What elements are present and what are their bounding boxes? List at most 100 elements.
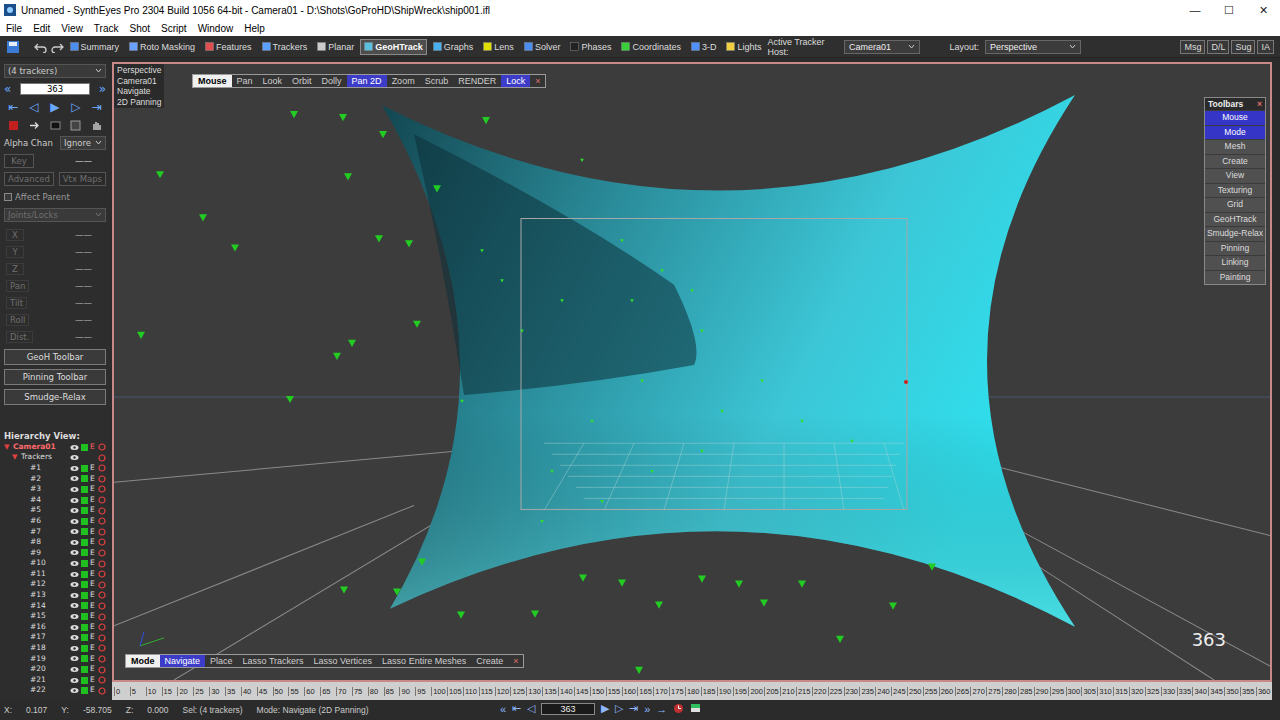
toolbar-toggle[interactable]: Pinning: [1205, 241, 1265, 256]
toolbar-tab[interactable]: GeoHTrack: [360, 39, 427, 55]
frame-field[interactable]: 363: [541, 703, 595, 715]
transport-button[interactable]: ⇥: [629, 702, 638, 715]
toolbar-toggle[interactable]: Mode: [1205, 125, 1265, 140]
mouse-mode-button[interactable]: Zoom: [387, 75, 420, 87]
transport-button[interactable]: ◁: [527, 702, 535, 715]
mode-button[interactable]: Lasso Trackers: [238, 655, 309, 667]
layout-dropdown[interactable]: Perspective: [985, 40, 1081, 54]
expand-toggle[interactable]: ▼: [12, 452, 21, 463]
close-button[interactable]: ×: [1257, 99, 1262, 109]
maximize-button[interactable]: ☐: [1212, 4, 1246, 17]
toolbar-tab[interactable]: Planar: [313, 39, 358, 55]
enable-flag[interactable]: E: [90, 442, 96, 453]
host-dropdown[interactable]: Camera01: [844, 40, 920, 54]
field-value[interactable]: ——: [75, 332, 92, 342]
menu-item[interactable]: View: [61, 23, 83, 34]
panel-button[interactable]: Msg: [1180, 40, 1205, 54]
hierarchy-row[interactable]: #1E: [4, 463, 106, 474]
mouse-mode-button[interactable]: Scrub: [420, 75, 454, 87]
hierarchy-row[interactable]: #19E: [4, 654, 106, 665]
menu-item[interactable]: Track: [94, 23, 119, 34]
mode-button[interactable]: Create: [471, 655, 508, 667]
toolbar-tab[interactable]: Features: [201, 39, 256, 55]
mouse-mode-button[interactable]: Look: [258, 75, 288, 87]
hierarchy-row[interactable]: #12E: [4, 579, 106, 590]
hierarchy-row[interactable]: #14E: [4, 601, 106, 612]
close-button[interactable]: ×: [530, 75, 545, 87]
menu-item[interactable]: Help: [244, 23, 265, 34]
panel-toggle-button[interactable]: Smudge-Relax: [4, 389, 106, 405]
selection-dropdown[interactable]: (4 trackers): [4, 64, 106, 78]
enable-flag[interactable]: E: [90, 601, 96, 612]
enable-flag[interactable]: E: [90, 558, 96, 569]
toolbar-tab[interactable]: Graphs: [429, 39, 478, 55]
panel-toggle-button[interactable]: GeoH Toolbar: [4, 349, 106, 365]
panel-button[interactable]: Sug: [1231, 40, 1255, 54]
joints-dropdown[interactable]: Joints/Locks: [4, 208, 106, 222]
key-button[interactable]: Key: [4, 154, 34, 168]
advanced-button[interactable]: Advanced: [4, 172, 54, 186]
enable-flag[interactable]: E: [90, 664, 96, 675]
hierarchy-row[interactable]: #15E: [4, 611, 106, 622]
hierarchy-row[interactable]: #9E: [4, 548, 106, 559]
transport-button[interactable]: »: [644, 703, 650, 715]
hierarchy-row[interactable]: #17E: [4, 632, 106, 643]
hierarchy-row[interactable]: #22E: [4, 685, 106, 696]
enable-flag[interactable]: E: [90, 579, 96, 590]
mode-button[interactable]: Lasso Vertices: [309, 655, 378, 667]
toolbar-toggle[interactable]: Smudge-Relax: [1205, 226, 1265, 241]
mode-button[interactable]: Navigate: [160, 655, 206, 667]
alpha-dropdown[interactable]: Ignore: [60, 136, 106, 150]
transport-button[interactable]: «: [500, 703, 506, 715]
transport-button[interactable]: ▶: [601, 702, 609, 715]
transport-button[interactable]: ⇥: [92, 100, 102, 114]
hierarchy-row[interactable]: #11E: [4, 569, 106, 580]
mouse-mode-button[interactable]: Pan: [232, 75, 258, 87]
field-value[interactable]: ——: [75, 315, 92, 325]
menu-item[interactable]: Edit: [33, 23, 50, 34]
frame-field[interactable]: 363: [20, 83, 89, 95]
field-value[interactable]: ——: [75, 298, 92, 308]
mode-button[interactable]: Lasso Entire Meshes: [377, 655, 471, 667]
toolbar-tab[interactable]: Trackers: [258, 39, 312, 55]
enable-flag[interactable]: E: [90, 643, 96, 654]
enable-flag[interactable]: E: [90, 527, 96, 538]
enable-flag[interactable]: E: [90, 516, 96, 527]
panel-button[interactable]: IA: [1257, 40, 1274, 54]
enable-flag[interactable]: E: [90, 622, 96, 633]
expand-toggle[interactable]: ▼: [4, 442, 13, 453]
mouse-mode-button[interactable]: Orbit: [287, 75, 317, 87]
toolbar-tab[interactable]: Coordinates: [617, 39, 685, 55]
enable-flag[interactable]: E: [90, 632, 96, 643]
minimize-button[interactable]: —: [1178, 4, 1212, 17]
enable-flag[interactable]: E: [90, 675, 96, 686]
toolbar-toggle[interactable]: Mouse: [1205, 110, 1265, 125]
enable-flag[interactable]: E: [90, 569, 96, 580]
hierarchy-row[interactable]: #20E: [4, 664, 106, 675]
transport-button[interactable]: ◁: [30, 100, 39, 114]
mouse-mode-button[interactable]: Pan 2D: [347, 75, 387, 87]
hierarchy-row[interactable]: #8E: [4, 537, 106, 548]
hierarchy-row[interactable]: ▼Trackers: [4, 452, 106, 463]
mouse-mode-button[interactable]: RENDER: [453, 75, 501, 87]
field-value[interactable]: ——: [75, 281, 92, 291]
field-value[interactable]: ——: [75, 247, 92, 257]
enable-flag[interactable]: E: [90, 474, 96, 485]
toolbar-toggle[interactable]: Grid: [1205, 197, 1265, 212]
toolbar-toggle[interactable]: View: [1205, 168, 1265, 183]
perspective-viewport[interactable]: PerspectiveCamera01Navigate2D PanningMou…: [112, 62, 1272, 682]
toolbar-toggle[interactable]: Texturing: [1205, 183, 1265, 198]
toolbar-toggle[interactable]: GeoHTrack: [1205, 212, 1265, 227]
enable-flag[interactable]: E: [90, 548, 96, 559]
panel-button[interactable]: D/L: [1207, 40, 1229, 54]
enable-flag[interactable]: E: [90, 590, 96, 601]
toolbar-toggle[interactable]: Create: [1205, 154, 1265, 169]
toolbar-tab[interactable]: Lens: [479, 39, 518, 55]
enable-flag[interactable]: E: [90, 484, 96, 495]
menu-item[interactable]: Shot: [130, 23, 151, 34]
affect-parent-checkbox[interactable]: [4, 193, 12, 201]
close-button[interactable]: ×: [508, 655, 523, 667]
hierarchy-row[interactable]: #2E: [4, 474, 106, 485]
hierarchy-row[interactable]: #13E: [4, 590, 106, 601]
hierarchy-row[interactable]: #21E: [4, 675, 106, 686]
